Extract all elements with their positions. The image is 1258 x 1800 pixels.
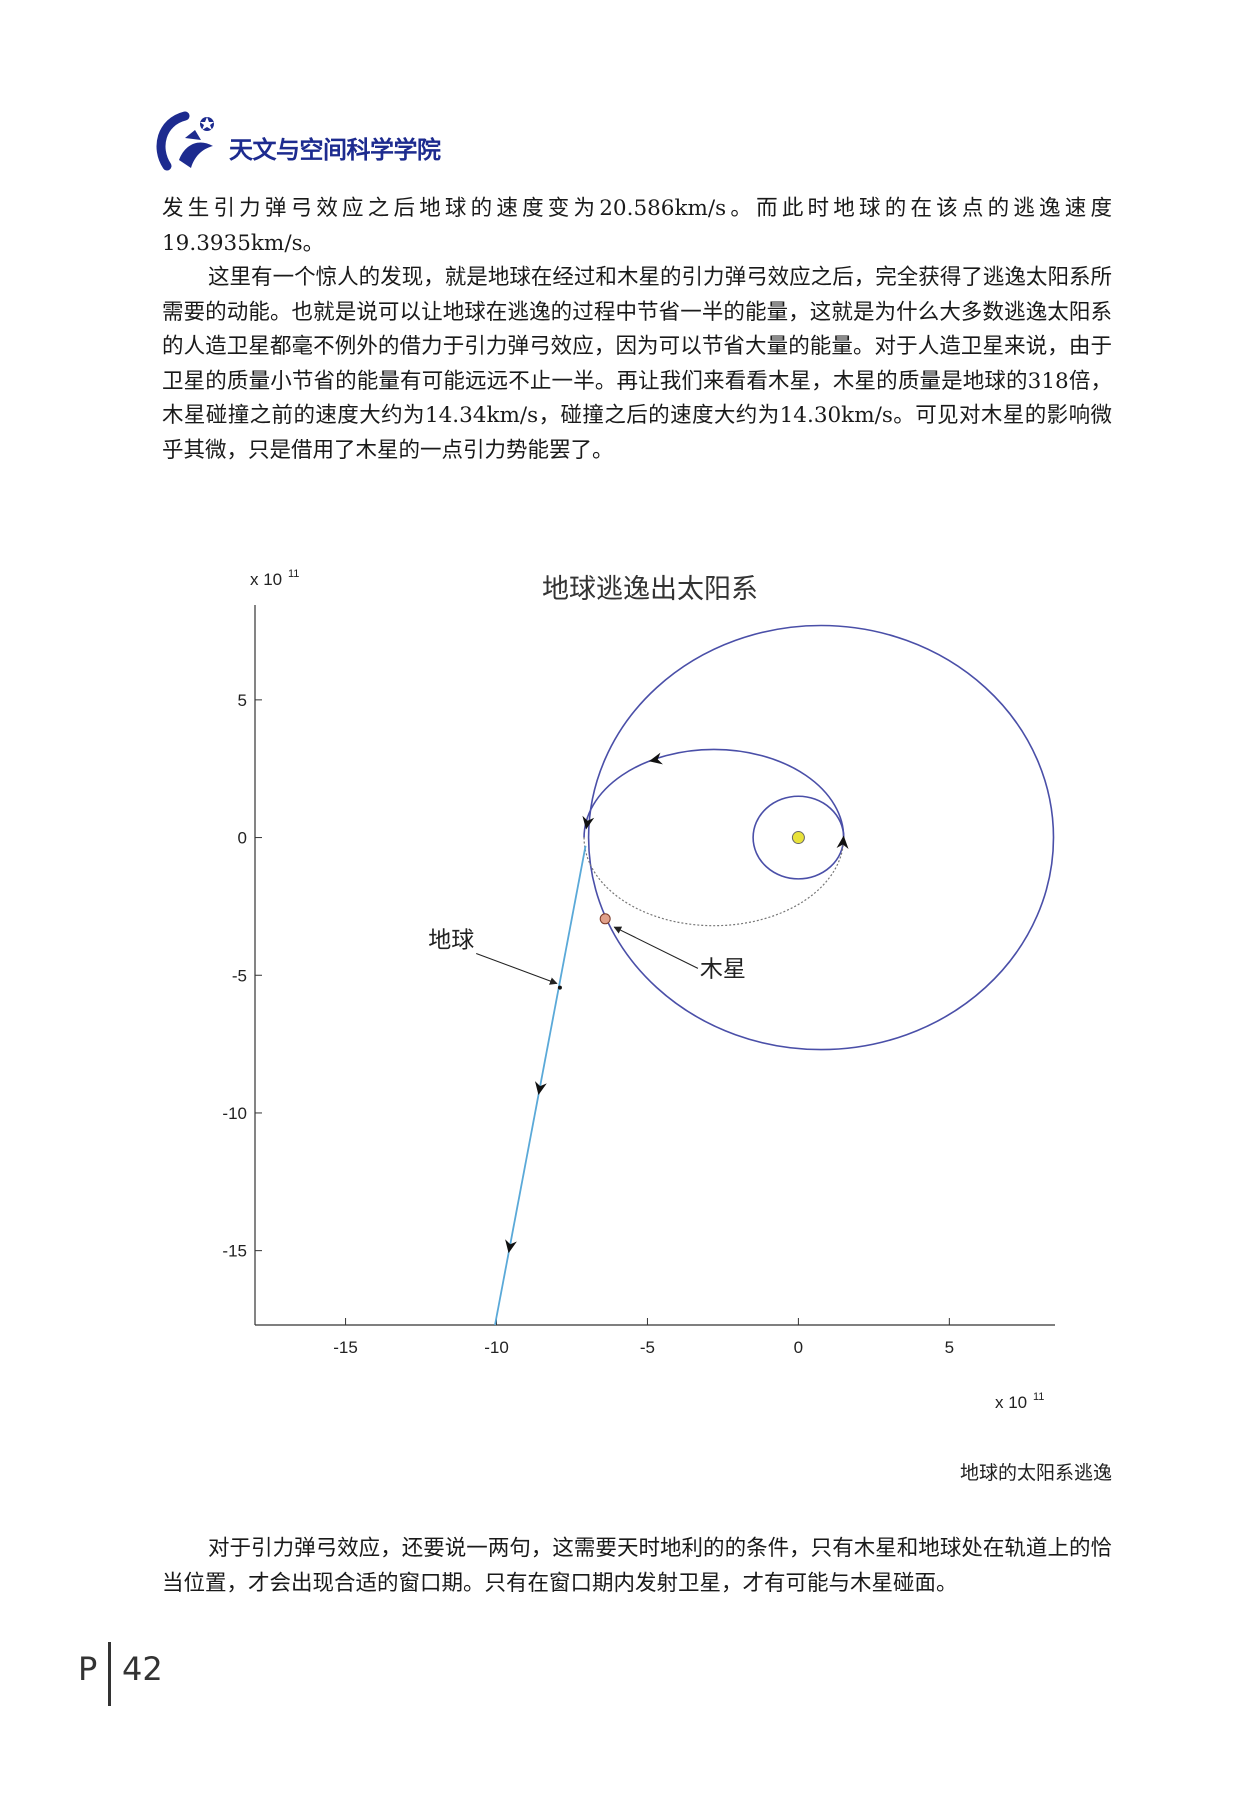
sun-marker: [791, 831, 805, 845]
chart-title: 地球逃逸出太阳系: [542, 574, 758, 605]
body-paragraph-2: 这里有一个惊人的发现，就是地球在经过和木星的引力弹弓效应之后，完全获得了逃逸太阳…: [162, 265, 1112, 463]
jupiter-label-arrow: [613, 926, 699, 969]
earth-label: 地球: [428, 927, 474, 953]
header: 天文与空间科学学院: [155, 108, 555, 178]
x-multiplier-exponent: 11: [1033, 1391, 1044, 1403]
x-tick-label: 0: [794, 1338, 803, 1357]
y-multiplier-exponent: 11: [288, 568, 299, 580]
y-tick-label: -5: [232, 966, 247, 985]
transfer-orbit-lower-dotted: [583, 837, 845, 927]
jupiter-orbit: [587, 624, 1055, 1051]
x-multiplier-label: x 10: [995, 1393, 1027, 1412]
x-tick-label: -15: [333, 1338, 358, 1357]
escape-direction-arrow: [534, 1081, 547, 1095]
x-tick-label: -5: [640, 1338, 655, 1357]
college-name: 天文与空间科学学院: [229, 136, 441, 164]
earth-label-arrow: [476, 952, 558, 985]
page-footer: P 42: [74, 1642, 194, 1706]
figure-caption: 地球的太阳系逃逸: [959, 1462, 1112, 1484]
orbit-direction-arrow: [648, 752, 663, 765]
body-paragraph-3: 对于引力弹弓效应，还要说一两句，这需要天时地利的的条件，只有木星和地球处在轨道上…: [162, 1536, 1112, 1596]
transfer-orbit-upper: [583, 748, 845, 838]
college-logo-icon: [156, 111, 214, 171]
y-multiplier-label: x 10: [250, 570, 282, 589]
y-tick-label: 5: [238, 691, 247, 710]
footer-divider: [108, 1642, 111, 1706]
y-tick-label: -15: [222, 1242, 247, 1261]
x-tick-label: -10: [484, 1338, 509, 1357]
page-number: 42: [122, 1650, 163, 1688]
jupiter-label: 木星: [700, 956, 746, 982]
y-tick-label: -10: [222, 1104, 247, 1123]
escape-orbit-figure: 5 0 -5 -10 -15 -15 -10 -5 0 5 x 10 11 x 10 11 地球逃逸出太阳系…: [205, 555, 1055, 1415]
footer-letter: P: [78, 1650, 98, 1688]
escape-direction-arrow: [505, 1239, 517, 1254]
escape-orbit-chart: 5 0 -5 -10 -15 -15 -10 -5 0 5 x 10 11 x 10 11 地球逃逸出太阳系…: [222, 568, 1055, 1412]
body-paragraph-1: 发生引力弹弓效应之后地球的速度变为20.586km/s。而此时地球的在该点的逃逸…: [162, 196, 1112, 256]
y-tick-label: 0: [238, 829, 247, 848]
x-tick-label: 5: [945, 1338, 954, 1357]
earth-marker: [557, 985, 562, 990]
jupiter-marker: [599, 913, 611, 925]
